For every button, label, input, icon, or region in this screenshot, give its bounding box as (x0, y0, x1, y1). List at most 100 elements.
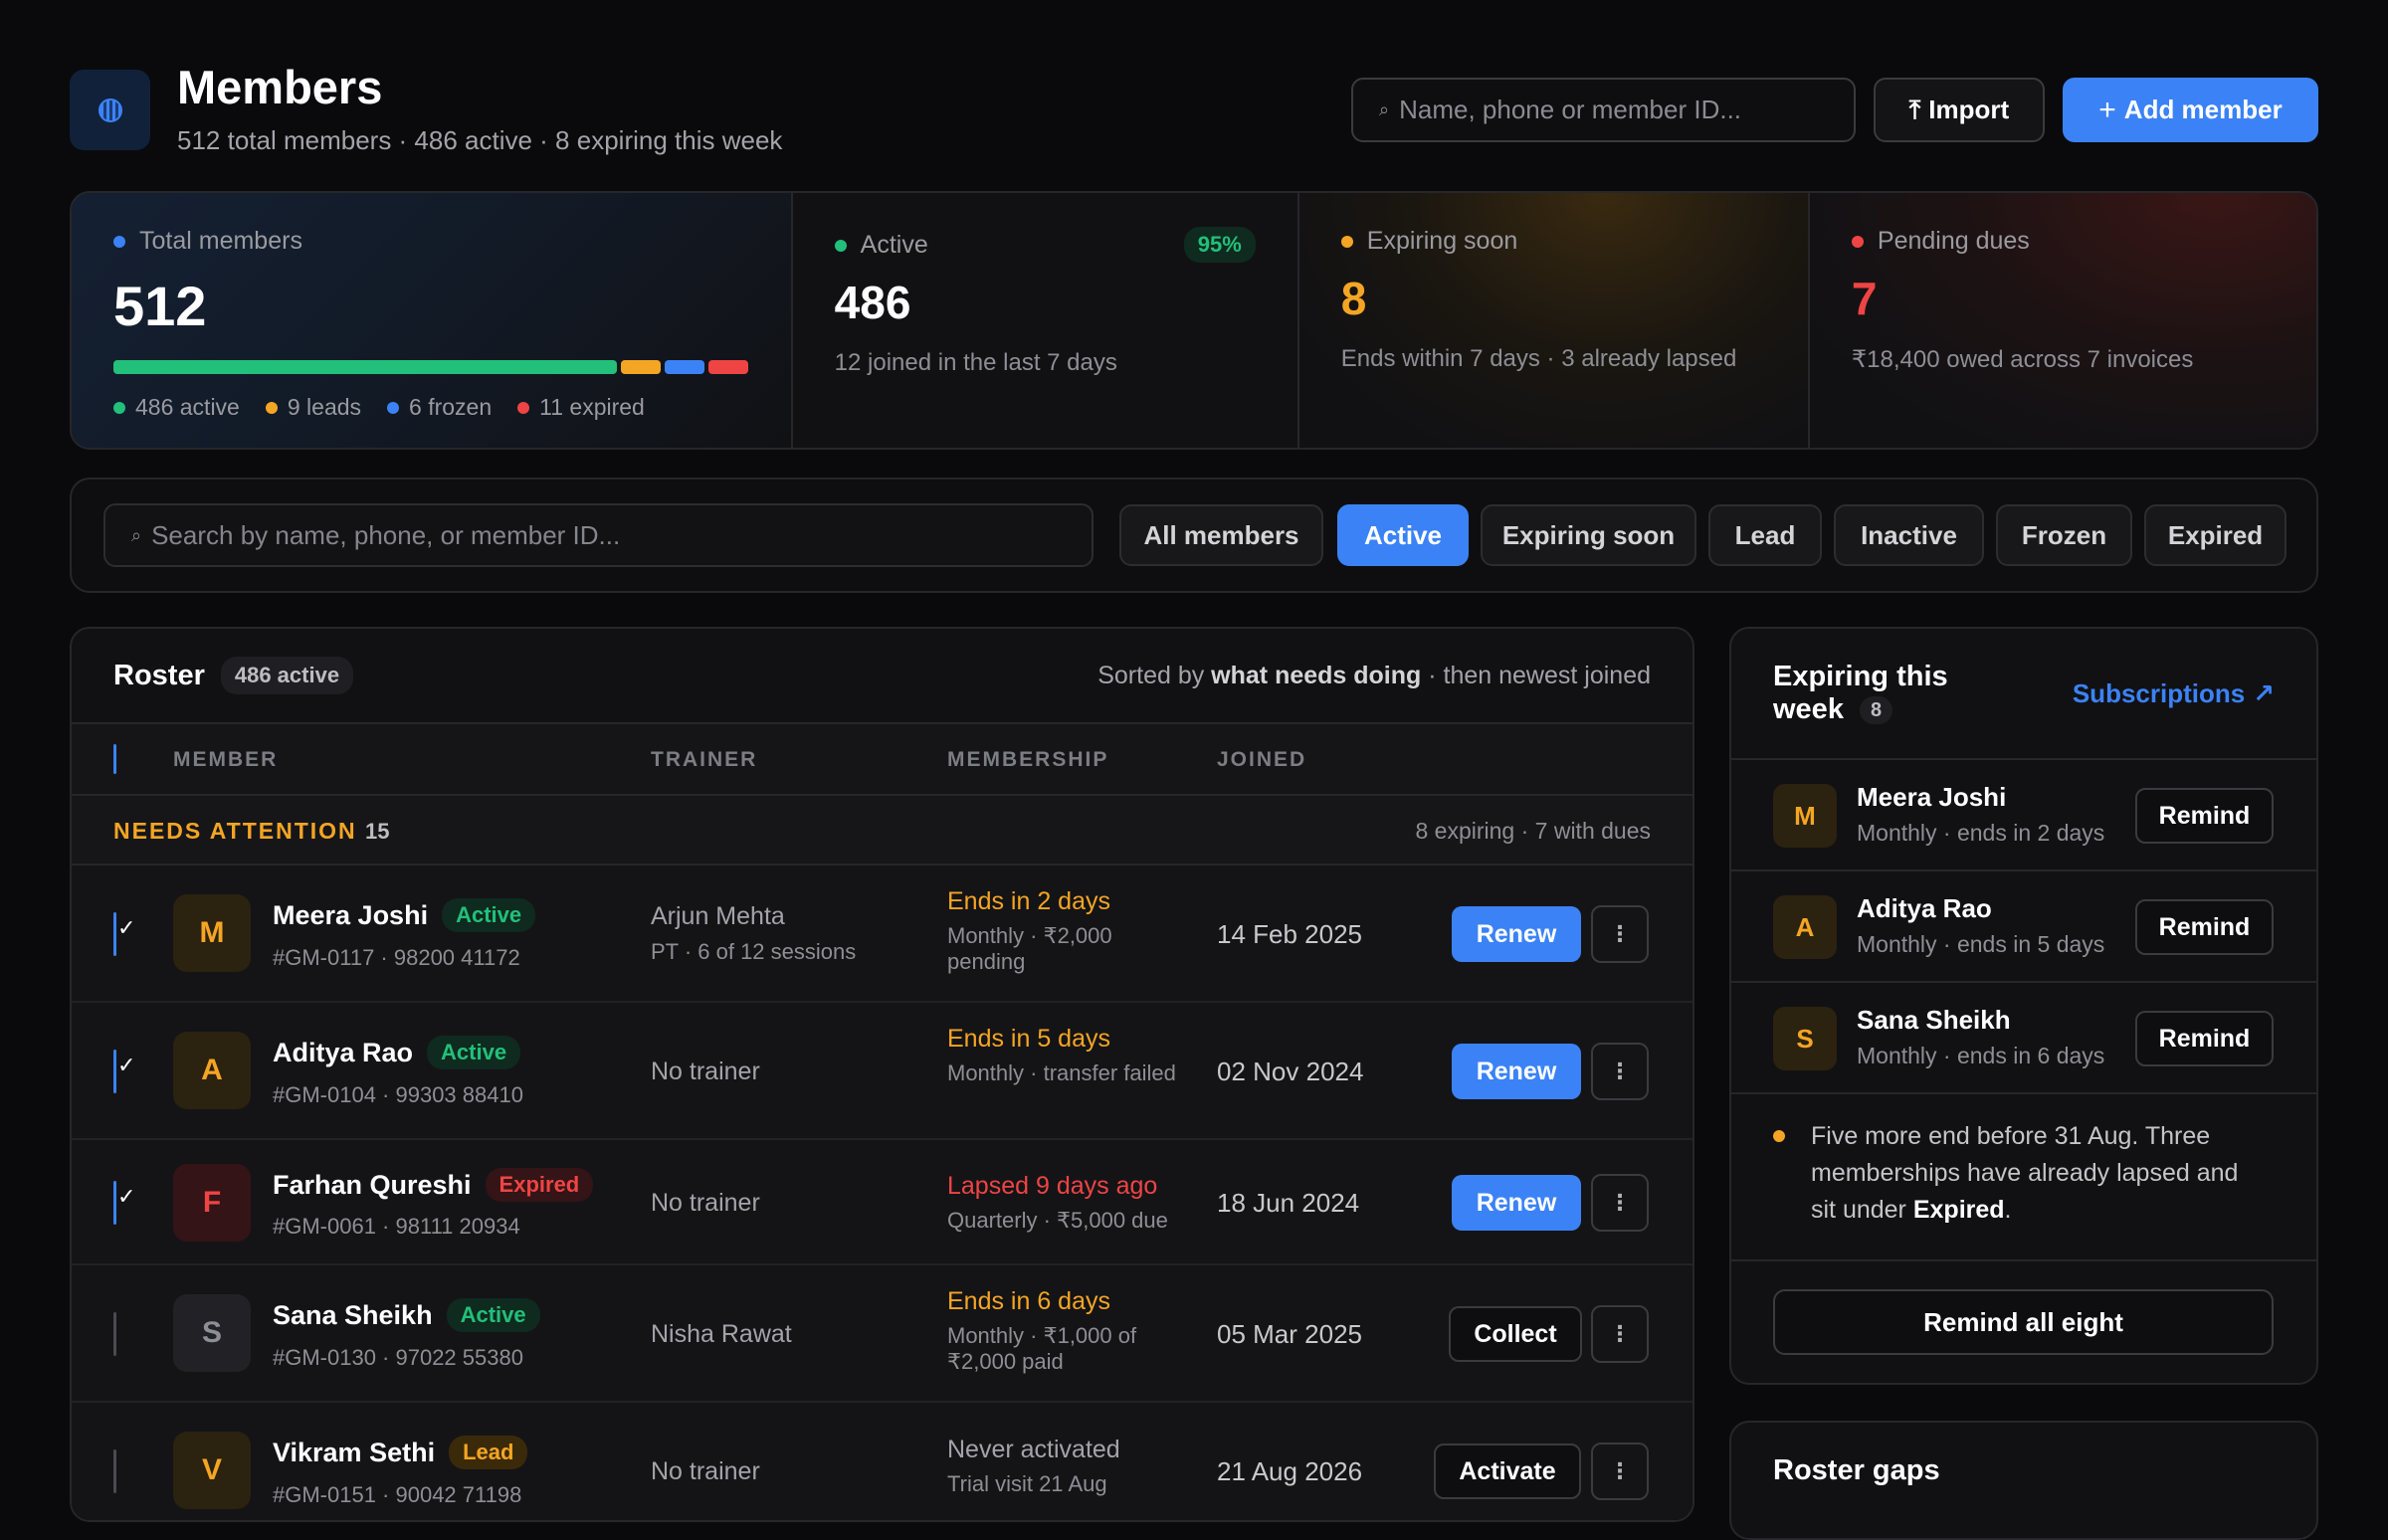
member-name[interactable]: Aditya Rao (273, 1038, 413, 1068)
needs-attention-group: NEEDS ATTENTION 15 8 expiring · 7 with d… (72, 796, 1692, 866)
row-checkbox[interactable] (113, 1181, 116, 1225)
table-row[interactable]: ✓ F Farhan Qureshi Expired #GM-0061 · 981… (72, 1140, 1692, 1265)
member-name[interactable]: Farhan Qureshi (273, 1170, 472, 1201)
col-member[interactable]: MEMBER (173, 748, 278, 772)
panel-title: Roster gaps (1773, 1454, 1940, 1486)
stat-active[interactable]: Active 95% 486 12 joined in the last 7 d… (793, 193, 1299, 448)
legend-label: 486 active (135, 394, 240, 420)
page-subtitle: 512 total members · 486 active · 8 expir… (177, 125, 783, 155)
filter-chip-frozen[interactable]: Frozen (1996, 504, 2132, 566)
column-header-row: MEMBER TRAINER MEMBERSHIP JOINED (72, 724, 1692, 796)
stat-value: 7 (1851, 273, 1878, 324)
panel-header: Expiring this week 8 Subscriptions ↗ (1731, 629, 2316, 760)
expiring-member-name[interactable]: Aditya Rao (1857, 893, 1992, 924)
avatar: F (173, 1164, 251, 1242)
avatar: V (173, 1432, 251, 1509)
col-membership[interactable]: MEMBERSHIP (947, 748, 1108, 772)
search-icon: ⌕ (1379, 99, 1390, 119)
more-options-icon[interactable]: ⋮ (1591, 1443, 1649, 1500)
remind-button[interactable]: Remind (2135, 788, 2274, 844)
col-trainer[interactable]: TRAINER (651, 748, 757, 772)
col-joined[interactable]: JOINED (1217, 748, 1306, 772)
table-row[interactable]: V Vikram Sethi Lead #GM-0151 · 90042 7119… (72, 1403, 1692, 1520)
group-label: NEEDS ATTENTION (113, 818, 357, 844)
expiring-member-detail: Monthly · ends in 5 days (1857, 931, 2105, 957)
stat-label: Active (860, 231, 928, 259)
panel-count-badge: 8 (1860, 695, 1893, 724)
stat-value: 486 (834, 277, 911, 328)
roster-sort[interactable]: Sorted by what needs doing · then newest… (1097, 662, 1651, 690)
stat-sub: Ends within 7 days · 3 already lapsed (1340, 345, 1737, 372)
member-name[interactable]: Sana Sheikh (273, 1300, 433, 1331)
filter-chip-active[interactable]: Active (1337, 504, 1469, 566)
activate-button[interactable]: Activate (1434, 1444, 1581, 1499)
active-percent-badge: 95% (1183, 227, 1256, 263)
red-dot-icon (517, 401, 530, 414)
stat-pending-dues[interactable]: Pending dues 7 ₹18,400 owed across 7 inv… (1809, 193, 2316, 448)
expiring-member-detail: Monthly · ends in 2 days (1857, 820, 2105, 846)
upload-icon: ⤒ (1908, 94, 1921, 124)
roster-count-badge: 486 active (220, 657, 354, 694)
table-row[interactable]: ✓ M Meera Joshi Active #GM-0117 · 98200 4… (72, 866, 1692, 1003)
search-icon: ⌕ (131, 524, 142, 545)
green-dot-icon (113, 401, 125, 414)
more-options-icon[interactable]: ⋮ (1591, 905, 1649, 963)
filter-bar: ⌕ Search by name, phone, or member ID...… (70, 478, 2318, 593)
table-row[interactable]: S Sana Sheikh Active #GM-0130 · 97022 553… (72, 1265, 1692, 1403)
bar-segment-active (113, 360, 617, 374)
renew-button[interactable]: Renew (1452, 1044, 1581, 1099)
trainer-sessions: PT · 6 of 12 sessions (651, 939, 857, 964)
import-button[interactable]: ⤒ Import (1874, 78, 2045, 142)
row-checkbox[interactable] (113, 1449, 116, 1493)
sort-key: what needs doing (1211, 661, 1422, 689)
remind-button[interactable]: Remind (2135, 899, 2274, 955)
expiring-member-name[interactable]: Meera Joshi (1857, 782, 2006, 813)
header-search-input[interactable]: ⌕ Name, phone or member ID... (1351, 78, 1856, 142)
filter-chip-expired[interactable]: Expired (2144, 504, 2287, 566)
add-member-button[interactable]: + Add member (2063, 78, 2318, 142)
membership-status: Ends in 2 days (947, 887, 1110, 915)
select-all-checkbox[interactable] (113, 744, 116, 774)
status-badge: Active (427, 1036, 521, 1069)
filter-chip-lead[interactable]: Lead (1708, 504, 1822, 566)
note-line: sit under (1811, 1196, 1913, 1224)
plus-icon: + (2098, 93, 2116, 126)
status-badge: Active (446, 1298, 540, 1332)
avatar: S (1773, 1007, 1837, 1070)
remind-all-button[interactable]: Remind all eight (1773, 1289, 2274, 1355)
collect-button[interactable]: Collect (1449, 1306, 1582, 1362)
renew-button[interactable]: Renew (1452, 1175, 1581, 1231)
filter-chip-expiring-soon[interactable]: Expiring soon (1481, 504, 1696, 566)
more-options-icon[interactable]: ⋮ (1591, 1174, 1649, 1232)
expired-link[interactable]: Expired (1913, 1196, 2005, 1224)
remind-button[interactable]: Remind (2135, 1011, 2274, 1066)
member-name[interactable]: Meera Joshi (273, 900, 428, 931)
renew-button[interactable]: Renew (1452, 906, 1581, 962)
stat-expiring-soon[interactable]: Expiring soon 8 Ends within 7 days · 3 a… (1298, 193, 1810, 448)
status-legend: 486 active 9 leads 6 frozen 11 expired (113, 394, 749, 421)
legend-label: 6 frozen (409, 394, 493, 420)
stat-total-members[interactable]: Total members 512 486 active 9 leads 6 f… (72, 193, 793, 448)
row-checkbox[interactable] (113, 1050, 116, 1093)
expiring-member-name[interactable]: Sana Sheikh (1857, 1005, 2011, 1036)
filter-chip-all-members[interactable]: All members (1119, 504, 1323, 566)
row-checkbox[interactable] (113, 912, 116, 956)
table-row[interactable]: ✓ A Aditya Rao Active #GM-0104 · 99303 88… (72, 1003, 1692, 1140)
membership-status: Never activated (947, 1436, 1120, 1463)
more-options-icon[interactable]: ⋮ (1591, 1305, 1649, 1363)
roster-table: Roster 486 active Sorted by what needs d… (70, 627, 1694, 1522)
green-dot-icon (834, 239, 847, 252)
stat-label: Expiring soon (1366, 227, 1518, 255)
filter-chip-inactive[interactable]: Inactive (1834, 504, 1984, 566)
panel-title-line: Expiring this (1773, 661, 1948, 692)
expiring-item: A Aditya Rao Monthly · ends in 5 days Re… (1731, 871, 2316, 983)
roster-search-input[interactable]: ⌕ Search by name, phone, or member ID... (103, 503, 1094, 567)
subscriptions-link[interactable]: Subscriptions ↗ (2073, 678, 2275, 709)
header-search-placeholder: Name, phone or member ID... (1399, 95, 1742, 124)
status-badge: Expired (485, 1168, 594, 1202)
member-name[interactable]: Vikram Sethi (273, 1438, 435, 1468)
trainer-name: No trainer (651, 1189, 760, 1217)
row-checkbox[interactable] (113, 1312, 116, 1356)
roster-title: Roster (113, 659, 205, 691)
more-options-icon[interactable]: ⋮ (1591, 1043, 1649, 1100)
